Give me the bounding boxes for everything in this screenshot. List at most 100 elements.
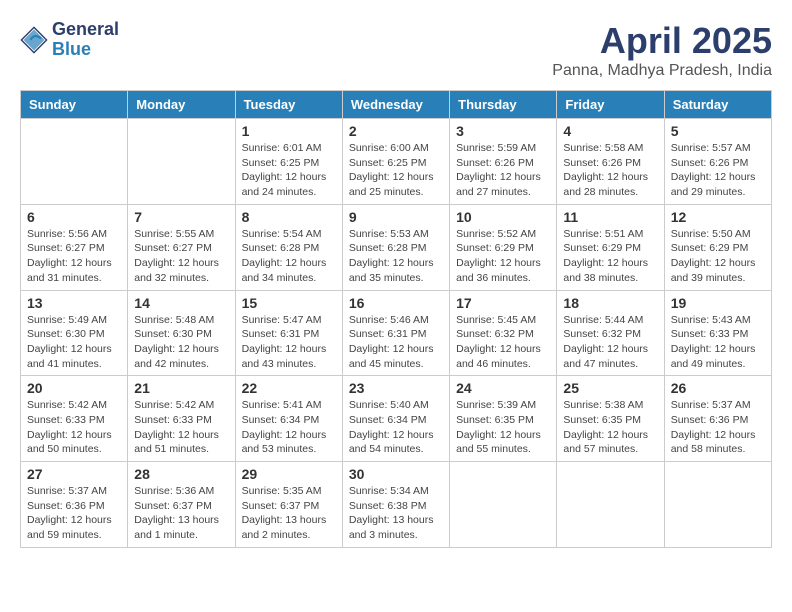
day-info: Sunrise: 5:39 AMSunset: 6:35 PMDaylight:… [456,398,550,457]
table-row: 24 Sunrise: 5:39 AMSunset: 6:35 PMDaylig… [450,376,557,462]
day-info: Sunrise: 5:41 AMSunset: 6:34 PMDaylight:… [242,398,336,457]
table-row: 7 Sunrise: 5:55 AMSunset: 6:27 PMDayligh… [128,204,235,290]
table-row: 17 Sunrise: 5:45 AMSunset: 6:32 PMDaylig… [450,290,557,376]
header: General Blue April 2025 Panna, Madhya Pr… [20,20,772,80]
day-info: Sunrise: 5:42 AMSunset: 6:33 PMDaylight:… [134,398,228,457]
day-info: Sunrise: 5:56 AMSunset: 6:27 PMDaylight:… [27,227,121,286]
day-number: 28 [134,466,228,482]
day-info: Sunrise: 5:46 AMSunset: 6:31 PMDaylight:… [349,313,443,372]
day-number: 20 [27,380,121,396]
day-number: 25 [563,380,657,396]
day-info: Sunrise: 5:43 AMSunset: 6:33 PMDaylight:… [671,313,765,372]
day-number: 9 [349,209,443,225]
day-info: Sunrise: 5:50 AMSunset: 6:29 PMDaylight:… [671,227,765,286]
logo-general: General [52,20,119,40]
day-info: Sunrise: 5:42 AMSunset: 6:33 PMDaylight:… [27,398,121,457]
table-row: 26 Sunrise: 5:37 AMSunset: 6:36 PMDaylig… [664,376,771,462]
table-row: 30 Sunrise: 5:34 AMSunset: 6:38 PMDaylig… [342,462,449,548]
calendar-week-row: 1 Sunrise: 6:01 AMSunset: 6:25 PMDayligh… [21,119,772,205]
day-info: Sunrise: 5:49 AMSunset: 6:30 PMDaylight:… [27,313,121,372]
day-info: Sunrise: 5:44 AMSunset: 6:32 PMDaylight:… [563,313,657,372]
table-row: 25 Sunrise: 5:38 AMSunset: 6:35 PMDaylig… [557,376,664,462]
day-number: 30 [349,466,443,482]
day-number: 8 [242,209,336,225]
header-thursday: Thursday [450,91,557,119]
day-number: 29 [242,466,336,482]
table-row: 21 Sunrise: 5:42 AMSunset: 6:33 PMDaylig… [128,376,235,462]
day-number: 17 [456,295,550,311]
header-wednesday: Wednesday [342,91,449,119]
weekday-header-row: Sunday Monday Tuesday Wednesday Thursday… [21,91,772,119]
calendar: Sunday Monday Tuesday Wednesday Thursday… [20,90,772,548]
table-row: 15 Sunrise: 5:47 AMSunset: 6:31 PMDaylig… [235,290,342,376]
day-number: 16 [349,295,443,311]
day-info: Sunrise: 5:55 AMSunset: 6:27 PMDaylight:… [134,227,228,286]
day-info: Sunrise: 5:53 AMSunset: 6:28 PMDaylight:… [349,227,443,286]
day-info: Sunrise: 5:48 AMSunset: 6:30 PMDaylight:… [134,313,228,372]
day-number: 2 [349,123,443,139]
table-row: 22 Sunrise: 5:41 AMSunset: 6:34 PMDaylig… [235,376,342,462]
day-number: 18 [563,295,657,311]
month-title: April 2025 [552,20,772,62]
day-info: Sunrise: 5:57 AMSunset: 6:26 PMDaylight:… [671,141,765,200]
day-number: 24 [456,380,550,396]
day-number: 10 [456,209,550,225]
day-number: 23 [349,380,443,396]
day-number: 11 [563,209,657,225]
calendar-week-row: 20 Sunrise: 5:42 AMSunset: 6:33 PMDaylig… [21,376,772,462]
table-row: 11 Sunrise: 5:51 AMSunset: 6:29 PMDaylig… [557,204,664,290]
header-sunday: Sunday [21,91,128,119]
day-info: Sunrise: 5:52 AMSunset: 6:29 PMDaylight:… [456,227,550,286]
day-number: 21 [134,380,228,396]
day-info: Sunrise: 6:00 AMSunset: 6:25 PMDaylight:… [349,141,443,200]
day-number: 5 [671,123,765,139]
table-row: 8 Sunrise: 5:54 AMSunset: 6:28 PMDayligh… [235,204,342,290]
day-info: Sunrise: 6:01 AMSunset: 6:25 PMDaylight:… [242,141,336,200]
table-row [557,462,664,548]
day-number: 27 [27,466,121,482]
day-info: Sunrise: 5:40 AMSunset: 6:34 PMDaylight:… [349,398,443,457]
day-number: 3 [456,123,550,139]
table-row: 20 Sunrise: 5:42 AMSunset: 6:33 PMDaylig… [21,376,128,462]
day-number: 13 [27,295,121,311]
day-info: Sunrise: 5:45 AMSunset: 6:32 PMDaylight:… [456,313,550,372]
calendar-week-row: 13 Sunrise: 5:49 AMSunset: 6:30 PMDaylig… [21,290,772,376]
logo-blue: Blue [52,40,119,60]
table-row: 6 Sunrise: 5:56 AMSunset: 6:27 PMDayligh… [21,204,128,290]
day-number: 1 [242,123,336,139]
title-area: April 2025 Panna, Madhya Pradesh, India [552,20,772,80]
day-number: 15 [242,295,336,311]
table-row: 27 Sunrise: 5:37 AMSunset: 6:36 PMDaylig… [21,462,128,548]
table-row: 12 Sunrise: 5:50 AMSunset: 6:29 PMDaylig… [664,204,771,290]
day-info: Sunrise: 5:37 AMSunset: 6:36 PMDaylight:… [27,484,121,543]
table-row: 28 Sunrise: 5:36 AMSunset: 6:37 PMDaylig… [128,462,235,548]
table-row: 1 Sunrise: 6:01 AMSunset: 6:25 PMDayligh… [235,119,342,205]
header-tuesday: Tuesday [235,91,342,119]
calendar-week-row: 6 Sunrise: 5:56 AMSunset: 6:27 PMDayligh… [21,204,772,290]
day-number: 4 [563,123,657,139]
day-number: 6 [27,209,121,225]
calendar-week-row: 27 Sunrise: 5:37 AMSunset: 6:36 PMDaylig… [21,462,772,548]
day-number: 22 [242,380,336,396]
table-row: 4 Sunrise: 5:58 AMSunset: 6:26 PMDayligh… [557,119,664,205]
logo-icon [20,26,48,54]
table-row: 29 Sunrise: 5:35 AMSunset: 6:37 PMDaylig… [235,462,342,548]
table-row: 9 Sunrise: 5:53 AMSunset: 6:28 PMDayligh… [342,204,449,290]
table-row: 5 Sunrise: 5:57 AMSunset: 6:26 PMDayligh… [664,119,771,205]
table-row: 16 Sunrise: 5:46 AMSunset: 6:31 PMDaylig… [342,290,449,376]
logo-text: General Blue [52,20,119,60]
header-monday: Monday [128,91,235,119]
day-info: Sunrise: 5:51 AMSunset: 6:29 PMDaylight:… [563,227,657,286]
day-info: Sunrise: 5:54 AMSunset: 6:28 PMDaylight:… [242,227,336,286]
table-row [128,119,235,205]
header-saturday: Saturday [664,91,771,119]
table-row: 10 Sunrise: 5:52 AMSunset: 6:29 PMDaylig… [450,204,557,290]
day-number: 7 [134,209,228,225]
day-info: Sunrise: 5:47 AMSunset: 6:31 PMDaylight:… [242,313,336,372]
location-title: Panna, Madhya Pradesh, India [552,62,772,80]
day-info: Sunrise: 5:36 AMSunset: 6:37 PMDaylight:… [134,484,228,543]
table-row: 23 Sunrise: 5:40 AMSunset: 6:34 PMDaylig… [342,376,449,462]
day-info: Sunrise: 5:37 AMSunset: 6:36 PMDaylight:… [671,398,765,457]
day-number: 19 [671,295,765,311]
table-row: 2 Sunrise: 6:00 AMSunset: 6:25 PMDayligh… [342,119,449,205]
